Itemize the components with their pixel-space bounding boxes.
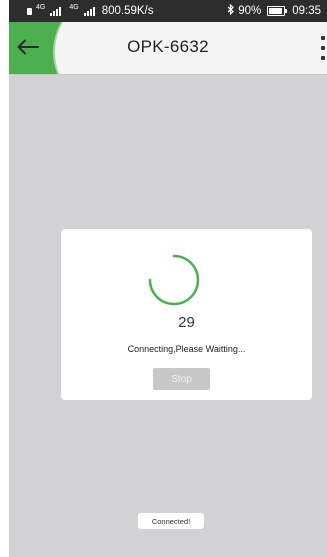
app-screen: 4G 4G 800.59K/s 90% 09:35 OPK-6632 29 Co… — [9, 0, 327, 557]
app-header: OPK-6632 — [9, 22, 327, 75]
page-title: OPK-6632 — [127, 37, 209, 56]
status-bar: 4G 4G 800.59K/s 90% 09:35 — [9, 0, 327, 22]
battery-percent: 90% — [238, 5, 262, 17]
sim-icon — [27, 7, 32, 15]
battery-icon — [267, 6, 288, 16]
more-dot — [321, 56, 325, 60]
signal-icon-2 — [83, 6, 95, 16]
clock-time: 09:35 — [292, 5, 321, 17]
network-type-label: 4G — [36, 3, 46, 11]
toast-message: Connected! — [138, 513, 204, 529]
connecting-message: Connecting,Please Waitting... — [127, 344, 246, 354]
battery-fill — [269, 8, 283, 14]
more-vertical-icon — [321, 36, 325, 40]
network-speed: 800.59K/s — [101, 5, 154, 17]
status-bar-right: 90% 09:35 — [227, 0, 321, 22]
countdown-value: 29 — [178, 314, 195, 331]
more-menu-button[interactable] — [319, 36, 327, 60]
signal-icon — [50, 6, 62, 16]
status-bar-left: 4G 4G 800.59K/s — [27, 0, 153, 22]
more-dot — [321, 46, 325, 50]
bluetooth-icon — [227, 3, 235, 18]
loading-spinner-icon — [147, 253, 201, 312]
connecting-dialog: 29 Connecting,Please Waitting... Stop — [61, 229, 312, 400]
network-type-label-2: 4G — [69, 3, 79, 11]
stop-button[interactable]: Stop — [153, 368, 210, 390]
